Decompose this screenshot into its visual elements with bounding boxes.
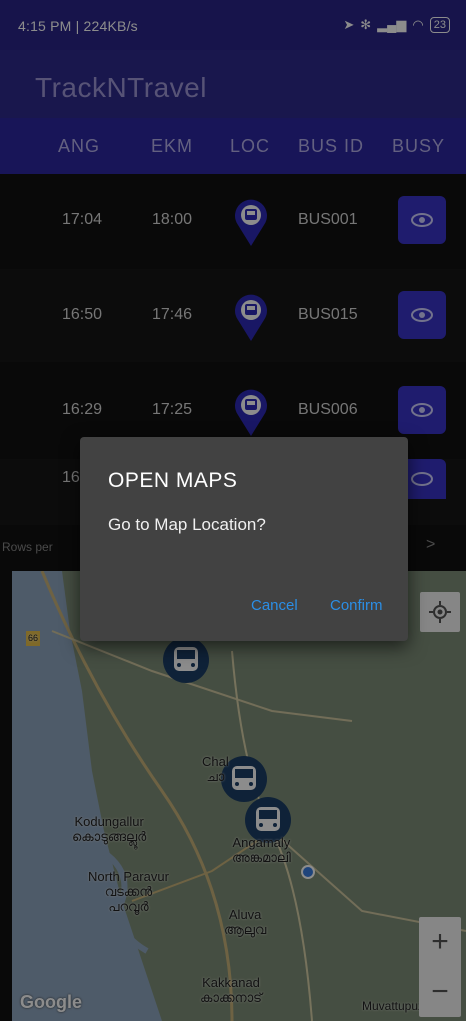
cancel-button[interactable]: Cancel <box>251 597 298 614</box>
dialog-title: OPEN MAPS <box>108 469 238 492</box>
open-maps-dialog: OPEN MAPS Go to Map Location? Cancel Con… <box>80 437 408 641</box>
confirm-button[interactable]: Confirm <box>330 597 383 614</box>
dialog-message: Go to Map Location? <box>108 515 266 534</box>
